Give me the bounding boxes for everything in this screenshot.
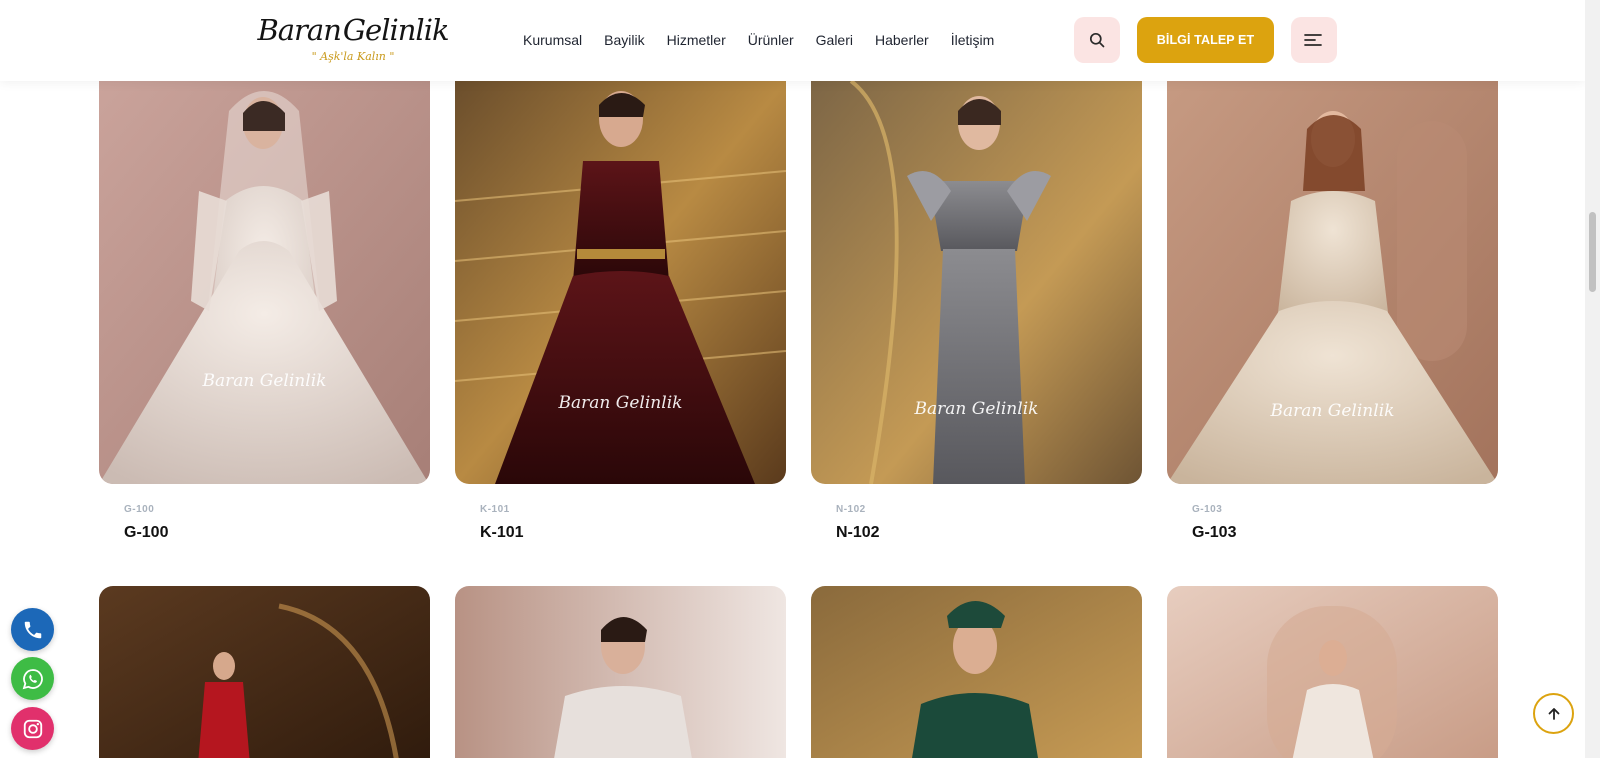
product-image[interactable] [811, 586, 1142, 758]
dress-photo [1167, 81, 1498, 484]
dress-photo [1167, 586, 1498, 758]
instagram-icon [23, 719, 42, 738]
watermark: Baran Gelinlik [914, 399, 1039, 419]
page-scrollbar[interactable] [1585, 0, 1600, 758]
product-card[interactable] [455, 586, 786, 758]
product-title[interactable]: G-103 [1192, 524, 1236, 542]
arrow-up-icon [1548, 707, 1559, 720]
scrollbar-thumb[interactable] [1589, 212, 1596, 292]
whatsapp-icon [22, 668, 43, 689]
nav-item-hizmetler[interactable]: Hizmetler [656, 29, 737, 51]
phone-button[interactable] [11, 608, 54, 651]
watermark: Baran Gelinlik [202, 371, 327, 391]
menu-button[interactable] [1291, 17, 1337, 63]
product-image[interactable] [1167, 586, 1498, 758]
back-to-top-button[interactable] [1533, 693, 1574, 734]
dress-photo [455, 81, 786, 484]
nav-item-haberler[interactable]: Haberler [864, 29, 940, 51]
product-code-label: G-103 [1192, 504, 1223, 515]
product-image[interactable] [455, 586, 786, 758]
product-card[interactable]: Baran Gelinlik G-103 G-103 [1167, 81, 1498, 551]
logo-name-right: Gelinlik [342, 13, 450, 47]
product-image[interactable]: Baran Gelinlik [1167, 81, 1498, 484]
watermark: Baran Gelinlik [1270, 401, 1395, 421]
nav-item-bayilik[interactable]: Bayilik [593, 29, 655, 51]
product-code-label: N-102 [836, 504, 866, 515]
dress-photo [99, 586, 430, 758]
product-image[interactable]: Baran Gelinlik [455, 81, 786, 484]
product-title[interactable]: K-101 [480, 524, 524, 542]
product-card[interactable] [811, 586, 1142, 758]
phone-icon [24, 621, 41, 638]
instagram-button[interactable] [11, 707, 54, 750]
product-title[interactable]: N-102 [836, 524, 880, 542]
dress-photo [99, 81, 430, 484]
product-card[interactable]: Baran Gelinlik G-100 G-100 [99, 81, 430, 551]
dress-photo [811, 586, 1142, 758]
product-code-label: G-100 [124, 504, 155, 515]
product-code-label: K-101 [480, 504, 510, 515]
dress-photo [811, 81, 1142, 484]
nav-item-iletisim[interactable]: İletişim [940, 29, 1006, 51]
product-image[interactable]: Baran Gelinlik [811, 81, 1142, 484]
dress-photo [455, 586, 786, 758]
product-card[interactable]: Baran Gelinlik K-101 K-101 [455, 81, 786, 551]
site-header: Baran Gelinlik " Aşk'la Kalın " Kurumsal… [0, 0, 1585, 81]
request-info-button[interactable]: BİLGİ TALEP ET [1137, 17, 1274, 63]
logo-tagline: " Aşk'la Kalın " [311, 50, 395, 63]
nav-item-galeri[interactable]: Galeri [805, 29, 864, 51]
main-nav: Kurumsal Bayilik Hizmetler Ürünler Galer… [523, 29, 1005, 51]
product-card[interactable]: Baran Gelinlik N-102 N-102 [811, 81, 1142, 551]
watermark: Baran Gelinlik [558, 393, 683, 413]
nav-item-kurumsal[interactable]: Kurumsal [523, 29, 593, 51]
hamburger-menu-icon [1304, 34, 1322, 46]
whatsapp-button[interactable] [11, 657, 54, 700]
product-image[interactable]: Baran Gelinlik [99, 81, 430, 484]
product-card[interactable] [99, 586, 430, 758]
search-button[interactable] [1074, 17, 1120, 63]
logo-name-left: Baran [257, 13, 341, 47]
search-icon [1089, 32, 1105, 48]
product-card[interactable] [1167, 586, 1498, 758]
brand-logo[interactable]: Baran Gelinlik " Aşk'la Kalın " [257, 8, 450, 74]
product-title[interactable]: G-100 [124, 524, 168, 542]
nav-item-urunler[interactable]: Ürünler [737, 29, 805, 51]
product-image[interactable] [99, 586, 430, 758]
